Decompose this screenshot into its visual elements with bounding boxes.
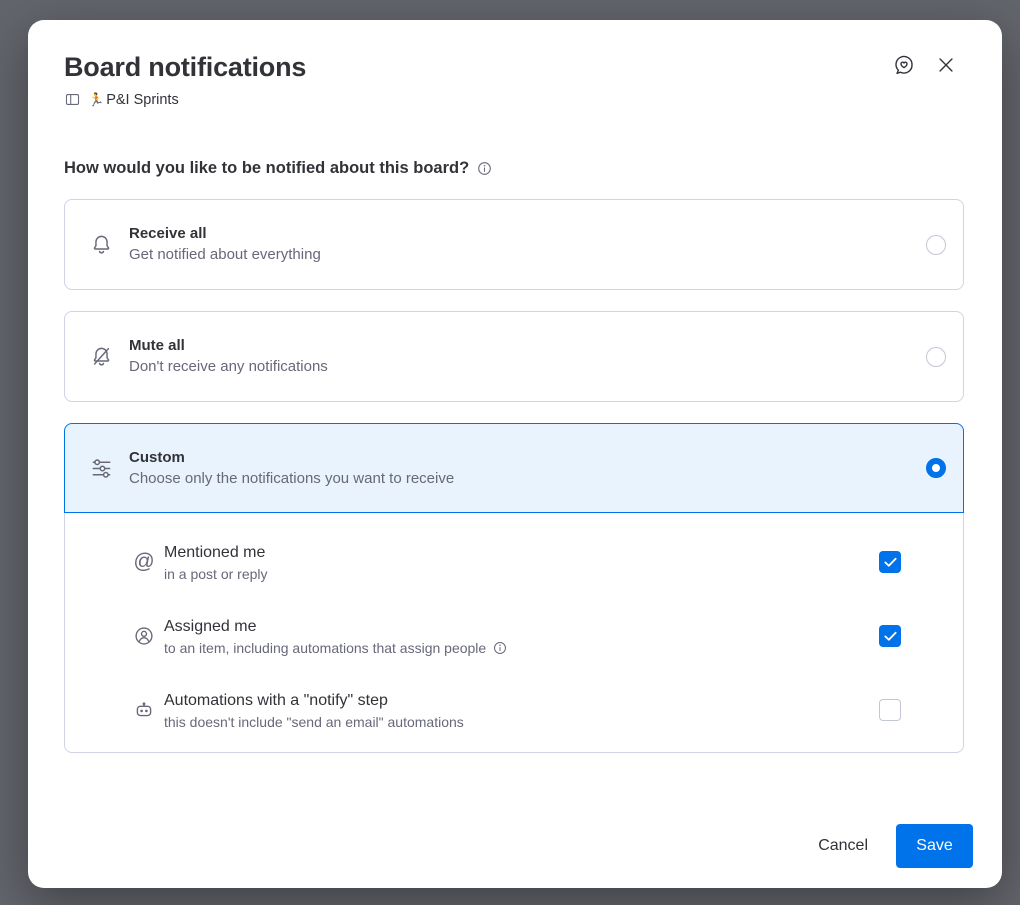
- custom-option-description: in a post or reply: [164, 564, 268, 584]
- bell-off-icon: [89, 345, 113, 368]
- radio-mute-all[interactable]: [926, 347, 946, 367]
- custom-option-title: Automations with a "notify" step: [164, 689, 464, 712]
- feedback-button[interactable]: [890, 51, 918, 79]
- board-icon: [64, 91, 81, 108]
- option-description: Choose only the notifications you want t…: [129, 468, 454, 490]
- bell-icon: [89, 233, 113, 256]
- checkbox-automations-notify[interactable]: [879, 699, 901, 721]
- breadcrumb-board: 🏃 P&I Sprints: [64, 91, 964, 108]
- feedback-bubble-icon: [892, 53, 916, 77]
- board-notifications-modal: Board notifications 🏃 P&I Sprints: [28, 20, 1002, 888]
- board-emoji: 🏃: [88, 92, 104, 108]
- custom-option-title: Mentioned me: [164, 541, 268, 564]
- question-label: How would you like to be notified about …: [64, 159, 469, 178]
- option-mute-all[interactable]: Mute all Don't receive any notifications: [64, 311, 964, 402]
- info-icon[interactable]: [492, 640, 508, 656]
- info-icon[interactable]: [476, 160, 493, 177]
- option-description: Don't receive any notifications: [129, 356, 328, 378]
- close-icon: [935, 54, 957, 76]
- option-description: Get notified about everything: [129, 244, 321, 266]
- sliders-icon: [89, 457, 113, 480]
- checkbox-mentioned-me[interactable]: [879, 551, 901, 573]
- person-icon: [133, 625, 155, 647]
- option-custom[interactable]: Custom Choose only the notifications you…: [64, 423, 964, 513]
- checkbox-assigned-me[interactable]: [879, 625, 901, 647]
- save-button[interactable]: Save: [896, 824, 973, 868]
- page-title: Board notifications: [64, 20, 964, 83]
- robot-icon: [133, 699, 155, 721]
- option-title: Receive all: [129, 223, 321, 244]
- close-button[interactable]: [932, 51, 960, 79]
- custom-option-description: to an item, including automations that a…: [164, 638, 508, 658]
- custom-option-assigned-me[interactable]: Assigned me to an item, including automa…: [133, 614, 901, 658]
- at-icon: @: [133, 551, 155, 573]
- radio-custom[interactable]: [926, 458, 946, 478]
- option-title: Custom: [129, 447, 454, 468]
- radio-receive-all[interactable]: [926, 235, 946, 255]
- cancel-button[interactable]: Cancel: [798, 827, 888, 865]
- modal-footer: Cancel Save: [798, 824, 973, 868]
- board-name: P&I Sprints: [106, 92, 179, 108]
- custom-options-panel: @ Mentioned me in a post or reply: [64, 513, 964, 753]
- custom-option-mentioned-me[interactable]: @ Mentioned me in a post or reply: [133, 540, 901, 584]
- custom-option-automations-notify[interactable]: Automations with a "notify" step this do…: [133, 688, 901, 732]
- option-receive-all[interactable]: Receive all Get notified about everythin…: [64, 199, 964, 290]
- option-title: Mute all: [129, 335, 328, 356]
- custom-option-title: Assigned me: [164, 615, 508, 638]
- custom-option-description: this doesn't include "send an email" aut…: [164, 712, 464, 732]
